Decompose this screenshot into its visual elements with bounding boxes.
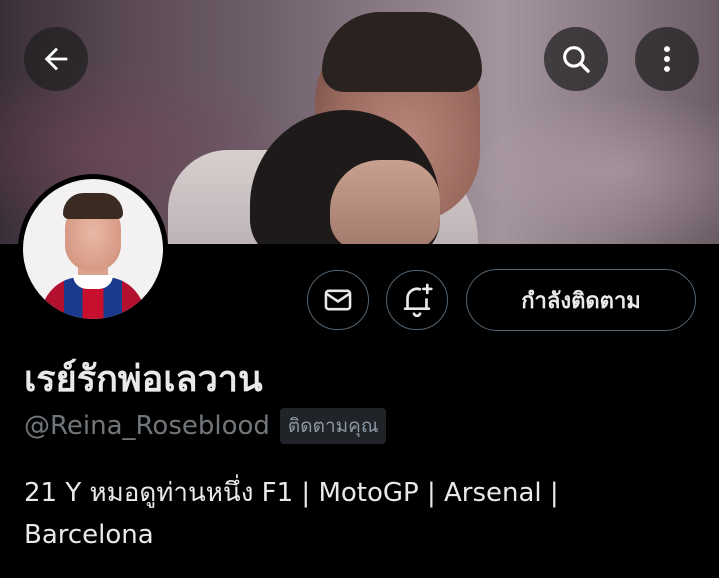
- banner-hair: [322, 12, 482, 92]
- notify-button[interactable]: [386, 270, 448, 330]
- avatar-hair: [63, 193, 123, 219]
- envelope-icon: [324, 289, 352, 311]
- display-name: เรย์รักพ่อเลวาน: [24, 359, 263, 400]
- handle-row: @Reina_Roseblood ติดตามคุณ: [24, 408, 387, 444]
- search-button[interactable]: [544, 27, 608, 91]
- bell-plus-icon: [403, 283, 433, 318]
- user-handle: @Reina_Roseblood: [24, 411, 270, 441]
- more-vertical-icon: [664, 46, 670, 72]
- search-icon: [563, 46, 590, 73]
- more-button[interactable]: [635, 27, 699, 91]
- bio-line: 21 Y หมอดูท่านหนึ่ง F1 | MotoGP | Arsena…: [24, 478, 559, 508]
- following-button[interactable]: กำลังติดตาม: [466, 269, 696, 331]
- back-button[interactable]: [24, 27, 88, 91]
- bio: 21 Y หมอดูท่านหนึ่ง F1 | MotoGP | Arsena…: [24, 472, 704, 556]
- follows-you-badge: ติดตามคุณ: [279, 408, 387, 444]
- banner-hand: [330, 160, 440, 244]
- arrow-left-icon: [44, 47, 68, 71]
- avatar[interactable]: [18, 174, 168, 324]
- avatar-image: [23, 179, 163, 319]
- bio-line: Barcelona: [24, 520, 154, 550]
- message-button[interactable]: [307, 270, 369, 330]
